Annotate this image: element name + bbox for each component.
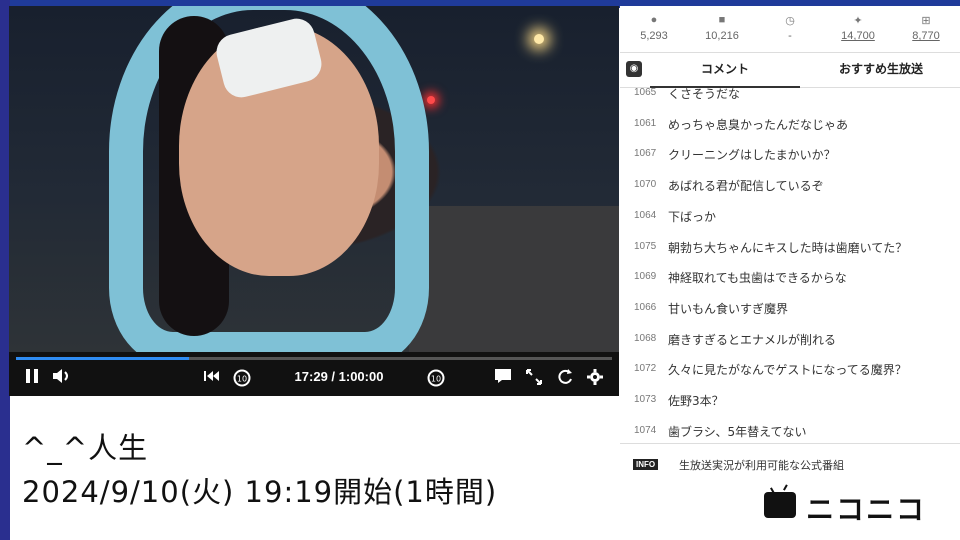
comment-number: 1073: [634, 394, 657, 405]
seek-bar-fill: [16, 357, 189, 360]
comment-row[interactable]: 1065 くさそうだな: [620, 87, 960, 109]
comment-list[interactable]: 1065 くさそうだな 1061 めっちゃ息臭かったんだなじゃあ 1067 クリーニングは…: [620, 87, 960, 442]
comment-row[interactable]: 1066 甘いもん食いすぎ魔界: [620, 294, 960, 324]
skip-to-start-icon[interactable]: [202, 368, 222, 386]
comment-tabs: ◉ コメント おすすめ生放送: [620, 53, 960, 88]
comment-text: 佐野3本？: [668, 394, 724, 408]
stat-value: -: [788, 30, 792, 42]
comment-number: 1074: [634, 424, 657, 436]
svg-text:10: 10: [431, 375, 441, 384]
rewind-10-icon[interactable]: 10: [231, 368, 253, 387]
overlay-title: ^_^人生: [22, 431, 149, 465]
tab-recommend[interactable]: おすすめ生放送: [802, 53, 960, 86]
stat-party-popper[interactable]: ✦ 14,700: [824, 6, 892, 52]
comment-row[interactable]: 1064 下ばっか: [620, 202, 960, 232]
stat-gift[interactable]: ⊞ 8,770: [892, 6, 960, 52]
party-popper-icon: ✦: [853, 15, 863, 27]
comment-row[interactable]: 1067 クリーニングはしたまかいか？: [620, 140, 960, 170]
video-player[interactable]: [9, 6, 619, 352]
info-text: 生放送実況が利用可能な公式番組: [679, 459, 844, 472]
comment-row[interactable]: 1072 久々に見たがなんでゲストになってる魔界？: [620, 355, 960, 385]
comment-visibility-icon[interactable]: ◉: [626, 61, 642, 77]
time-display: 17:29 / 1:00:00: [294, 369, 384, 384]
reload-icon[interactable]: [555, 368, 575, 386]
person-icon: ●: [650, 14, 658, 26]
comment-row[interactable]: 1070 あばれる君が配信しているぞ: [620, 171, 960, 201]
clock-icon: ◷: [785, 15, 795, 27]
comment-row[interactable]: 1073 佐野3本？: [620, 386, 960, 416]
niconico-logo: ニコニコ: [764, 486, 924, 526]
info-bar: INFO 生放送実況が利用可能な公式番組: [620, 443, 960, 484]
comment-text: 久々に見たがなんでゲストになってる魔界？: [668, 363, 907, 378]
comment-number: 1061: [634, 117, 657, 129]
pause-icon[interactable]: [23, 368, 41, 386]
comment-row[interactable]: 1061 めっちゃ息臭かったんだなじゃあ: [620, 110, 960, 140]
stat-value[interactable]: 14,700: [824, 30, 892, 42]
comment-text: 神経取れても虫歯はできるからな: [668, 271, 847, 286]
comment-number: 1070: [634, 179, 657, 191]
comment-text: 甘いもん食いすぎ魔界: [668, 301, 789, 316]
tab-comment[interactable]: コメント: [650, 53, 800, 88]
comment-text: くさそうだな: [668, 87, 741, 101]
comment-text: あばれる君が配信しているぞ: [668, 179, 824, 194]
comment-text: めっちゃ息臭かったんだなじゃあ: [668, 117, 849, 132]
comment-number: 1072: [634, 363, 657, 375]
settings-gear-icon[interactable]: [585, 368, 605, 386]
comment-number: 1075: [634, 240, 657, 252]
comment-number: 1067: [634, 148, 657, 160]
player-controls: 10 17:29 / 1:00:00 10: [9, 352, 619, 396]
stat-clock: ◷ -: [756, 6, 824, 52]
comment-number: 1064: [634, 209, 657, 221]
comment-icon: ■: [718, 14, 726, 26]
stat-value[interactable]: 8,770: [892, 30, 960, 42]
video-frame-streetlight: [534, 34, 544, 44]
comment-number: 1066: [634, 301, 657, 313]
stat-person: ● 5,293: [620, 6, 688, 52]
comment-row[interactable]: 1068 磨きすぎるとエナメルが削れる: [620, 325, 960, 355]
comment-text: 朝勃ち大ちゃんにキスした時は歯磨いてた？: [668, 240, 908, 255]
seek-bar[interactable]: [16, 357, 612, 360]
svg-text:10: 10: [237, 375, 247, 384]
comment-number: 1069: [634, 271, 657, 283]
volume-icon[interactable]: [51, 368, 73, 386]
comment-panel: ● 5,293 ■ 10,216 ◷ - ✦ 14,700 ⊞ 8,770 ◉ コメント おすすめ…: [620, 6, 960, 540]
comment-text: 磨きすぎるとエナメルが削れる: [668, 332, 837, 347]
comment-number: 1065: [634, 87, 657, 98]
comment-row[interactable]: 1075 朝勃ち大ちゃんにキスした時は歯磨いてた？: [620, 233, 960, 263]
comment-number: 1068: [634, 332, 657, 344]
video-frame-red-light: [427, 96, 435, 104]
gift-icon: ⊞: [921, 15, 931, 27]
comment-text: 下ばっか: [668, 209, 717, 224]
video-frame-road: [409, 206, 619, 352]
stat-value: 5,293: [640, 30, 668, 42]
stat-value: 10,216: [705, 30, 739, 42]
tv-icon: [764, 492, 796, 518]
fullscreen-arrows-icon[interactable]: [524, 368, 544, 386]
info-badge: INFO: [633, 459, 659, 470]
comment-row[interactable]: 1069 神経取れても虫歯はできるからな: [620, 263, 960, 293]
comment-text: 歯ブラシ、5年替えてない: [668, 424, 807, 439]
logo-text: ニコニコ: [806, 493, 927, 526]
overlay-date: 2024/9/10(火) 19:19開始(1時間): [22, 475, 498, 509]
comment-toggle-icon[interactable]: [493, 368, 513, 386]
stat-comment: ■ 10,216: [688, 6, 756, 52]
comment-text: クリーニングはしたまかいか？: [668, 148, 836, 163]
forward-10-icon[interactable]: 10: [425, 368, 447, 387]
comment-row[interactable]: 1074 歯ブラシ、5年替えてない: [620, 417, 960, 442]
stats-bar: ● 5,293 ■ 10,216 ◷ - ✦ 14,700 ⊞ 8,770: [620, 6, 960, 53]
